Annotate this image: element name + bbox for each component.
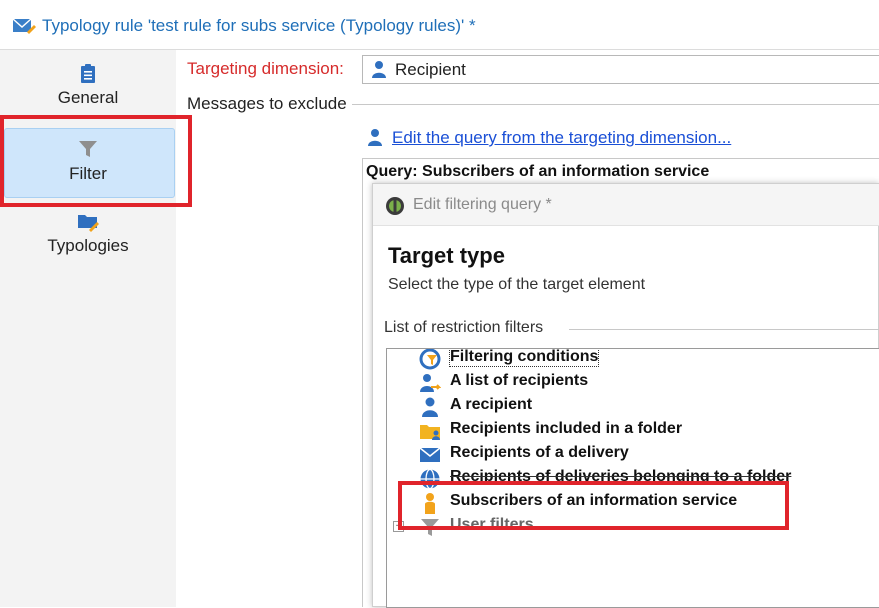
sidebar-item-label: General [57,88,119,107]
recipient-list-icon [420,374,441,392]
window-title: Typology rule 'test rule for subs servic… [42,16,476,35]
recipient-icon [368,129,382,146]
envelope-edit-icon [12,18,36,34]
restriction-filters-tree[interactable]: Filtering conditions A list of recipient… [386,348,879,608]
targeting-dimension-label: Targeting dimension: [187,59,344,78]
folder-icon [420,425,440,440]
section-divider [569,329,879,330]
sidebar-item-label: Typologies [47,236,129,255]
app-logo-icon [386,197,404,215]
dialog-title: Edit filtering query * [413,196,552,213]
recipient-icon [422,397,438,417]
recipient-icon [372,61,386,78]
tree-item-label: Filtering conditions [448,348,600,367]
sidebar-item-general[interactable]: General [0,62,176,108]
targeting-dimension-value: Recipient [395,60,466,79]
dialog-heading: Target type [388,243,505,268]
targeting-dimension-field[interactable]: Recipient [362,55,879,84]
messages-to-exclude-label: Messages to exclude [187,94,351,114]
window-titlebar: Typology rule 'test rule for subs servic… [0,0,879,50]
clipboard-icon [81,64,95,83]
query-title: Query: Subscribers of an information ser… [366,163,710,180]
sidebar-item-typologies[interactable]: Typologies [0,210,176,256]
annotation-highlight-subscribers [398,481,789,530]
tree-item-label: Recipients of a delivery [450,444,629,461]
tree-item-label: A recipient [450,396,533,413]
dialog-titlebar: Edit filtering query * [373,184,879,226]
edit-query-link[interactable]: Edit the query from the targeting dimens… [392,128,731,148]
folder-edit-icon [78,215,99,232]
dialog-subheading: Select the type of the target element [388,276,646,293]
tree-item-label: Recipients included in a folder [450,420,683,437]
filter-conditions-icon [419,349,441,370]
edit-filtering-query-dialog: Edit filtering query * Target type Selec… [372,183,879,608]
section-divider [352,104,879,105]
tree-item-label: A list of recipients [450,372,589,389]
envelope-icon [419,447,441,462]
annotation-highlight-filter [0,115,192,207]
restriction-filters-label: List of restriction filters [384,319,548,337]
